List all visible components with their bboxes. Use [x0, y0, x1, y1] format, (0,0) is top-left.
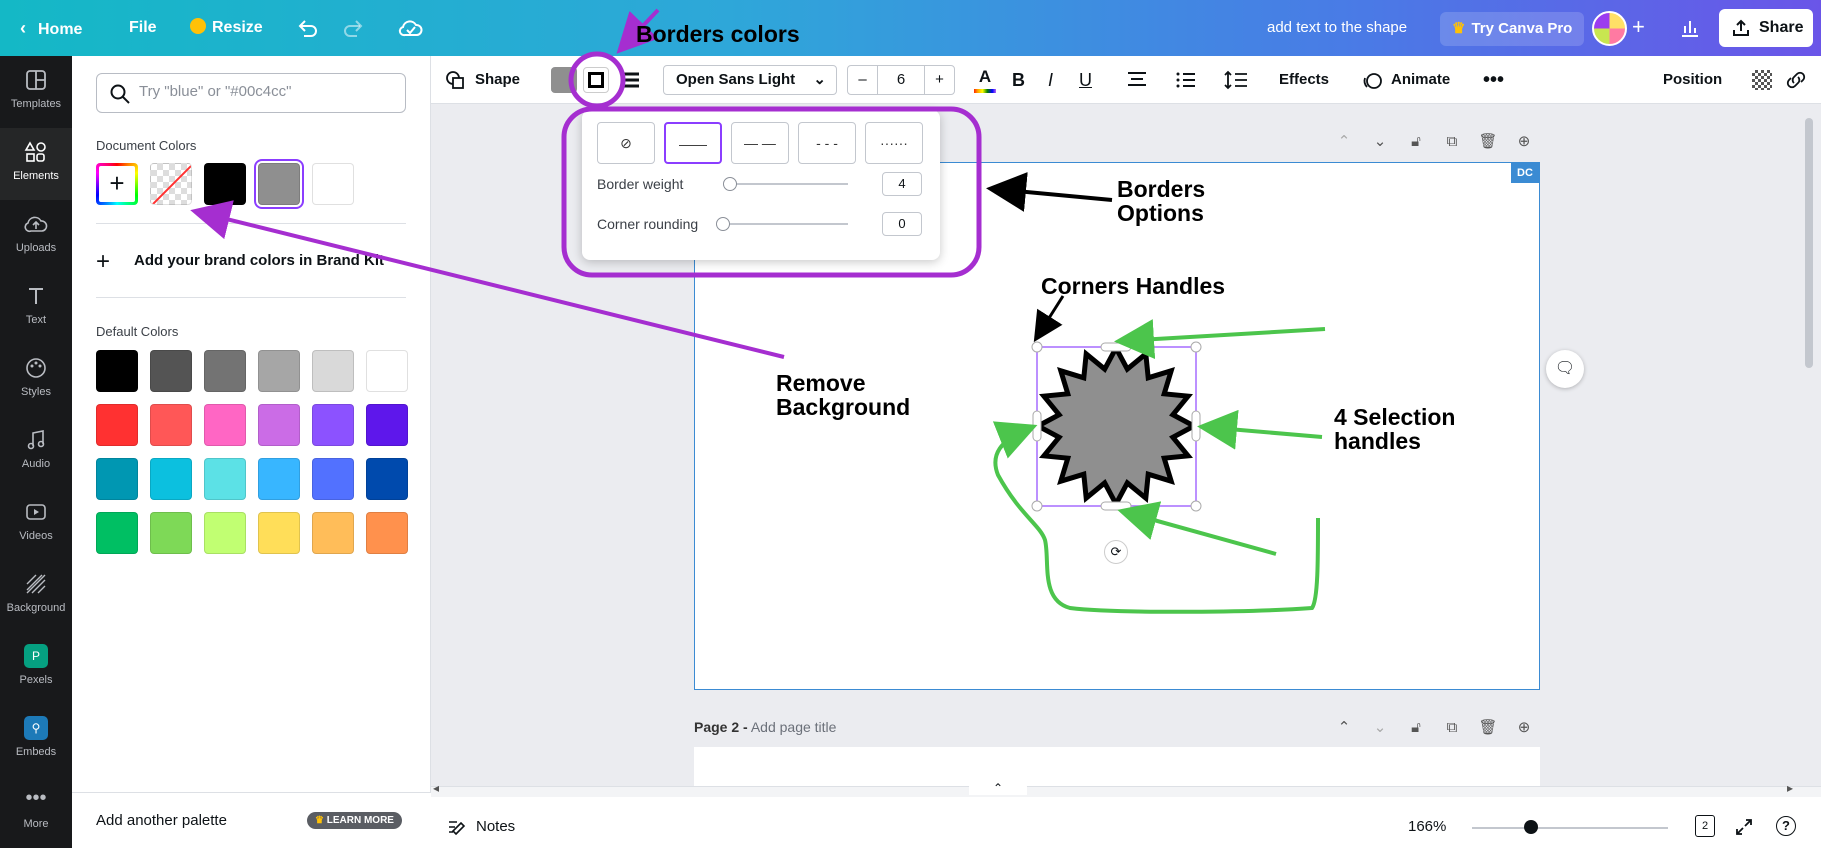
annotation-selection-handles-line2: handles: [1334, 428, 1421, 454]
annotation-overlay: [190, 8, 1326, 614]
arrow: [986, 172, 1113, 212]
arrow: [1114, 319, 1326, 360]
arrow: [190, 200, 785, 359]
highlight-circle: [568, 51, 626, 109]
annotation-borders-colors: Borders colors: [636, 21, 800, 47]
annotation-selection-handles-line1: 4 Selection: [1334, 404, 1456, 430]
annotation-remove-background-line2: Background: [776, 394, 911, 420]
annotation-remove-background-line1: Remove: [776, 370, 866, 396]
arrow: [1197, 409, 1323, 450]
highlight-box: [561, 106, 982, 278]
arrow: [1117, 501, 1277, 556]
annotation-corners-handles: Corners Handles: [1041, 273, 1226, 299]
annotation-borders-options-line1: Borders: [1117, 176, 1206, 202]
arrow: [1033, 295, 1065, 343]
annotation-borders-options-line2: Options: [1117, 200, 1204, 226]
